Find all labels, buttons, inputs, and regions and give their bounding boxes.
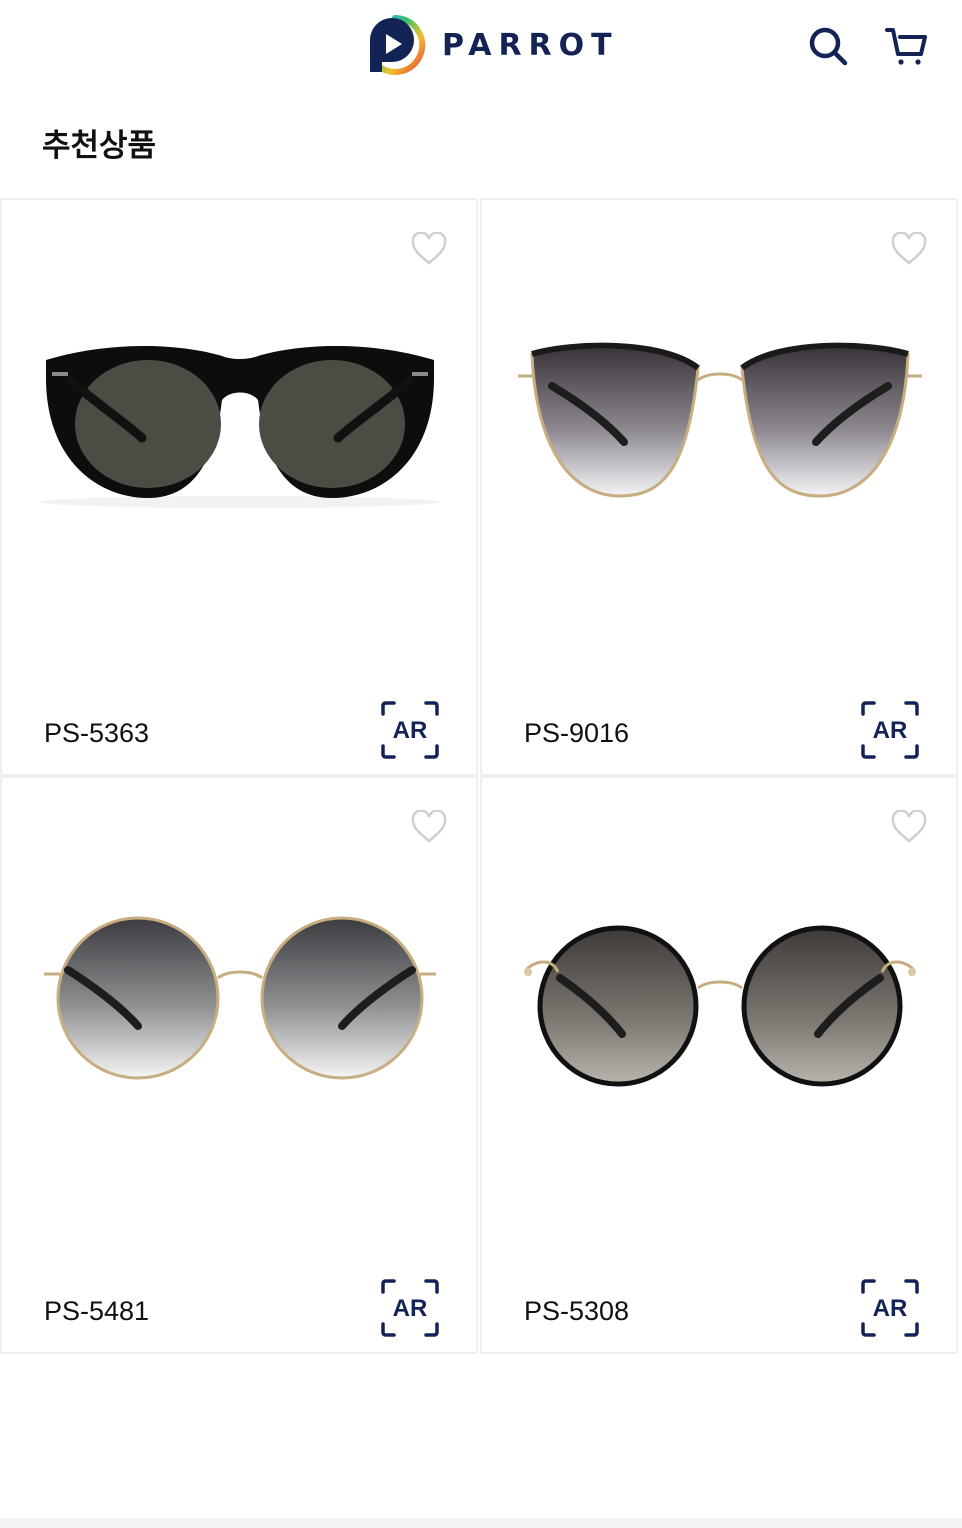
brand-name: PARROT xyxy=(442,27,619,63)
heart-icon[interactable] xyxy=(410,232,448,266)
ar-try-on-icon[interactable]: AR xyxy=(380,1278,440,1338)
product-code: PS-5363 xyxy=(44,718,150,748)
heart-icon[interactable] xyxy=(890,810,928,844)
heart-icon[interactable] xyxy=(890,232,928,266)
ar-label: AR xyxy=(873,717,908,744)
app-header: PARROT xyxy=(0,0,962,92)
sunglasses-image xyxy=(524,925,916,1087)
product-card[interactable]: PS-5308 AR xyxy=(480,776,958,1354)
ar-label: AR xyxy=(393,717,428,744)
ar-try-on-icon[interactable]: AR xyxy=(860,700,920,760)
ar-try-on-icon[interactable]: AR xyxy=(380,700,440,760)
product-card[interactable]: PS-5363 AR xyxy=(0,198,478,776)
section-title: 추천상품 xyxy=(42,128,157,164)
heart-icon[interactable] xyxy=(410,810,448,844)
parrot-logo-icon xyxy=(370,14,426,75)
search-icon[interactable] xyxy=(806,24,850,68)
ar-label: AR xyxy=(873,1295,908,1322)
ar-try-on-icon[interactable]: AR xyxy=(860,1278,920,1338)
product-code: PS-9016 xyxy=(524,718,630,748)
product-code: PS-5481 xyxy=(44,1296,150,1326)
parrot-logo[interactable]: PARROT xyxy=(364,14,619,76)
sunglasses-image xyxy=(518,342,922,498)
product-card[interactable]: PS-5481 AR xyxy=(0,776,478,1354)
product-card[interactable]: PS-9016 AR xyxy=(480,198,958,776)
cart-icon[interactable] xyxy=(884,24,928,68)
sunglasses-image xyxy=(44,916,436,1080)
product-code: PS-5308 xyxy=(524,1296,630,1326)
sunglasses-image xyxy=(40,346,440,508)
ar-label: AR xyxy=(393,1295,428,1322)
bottom-divider xyxy=(0,1518,962,1528)
